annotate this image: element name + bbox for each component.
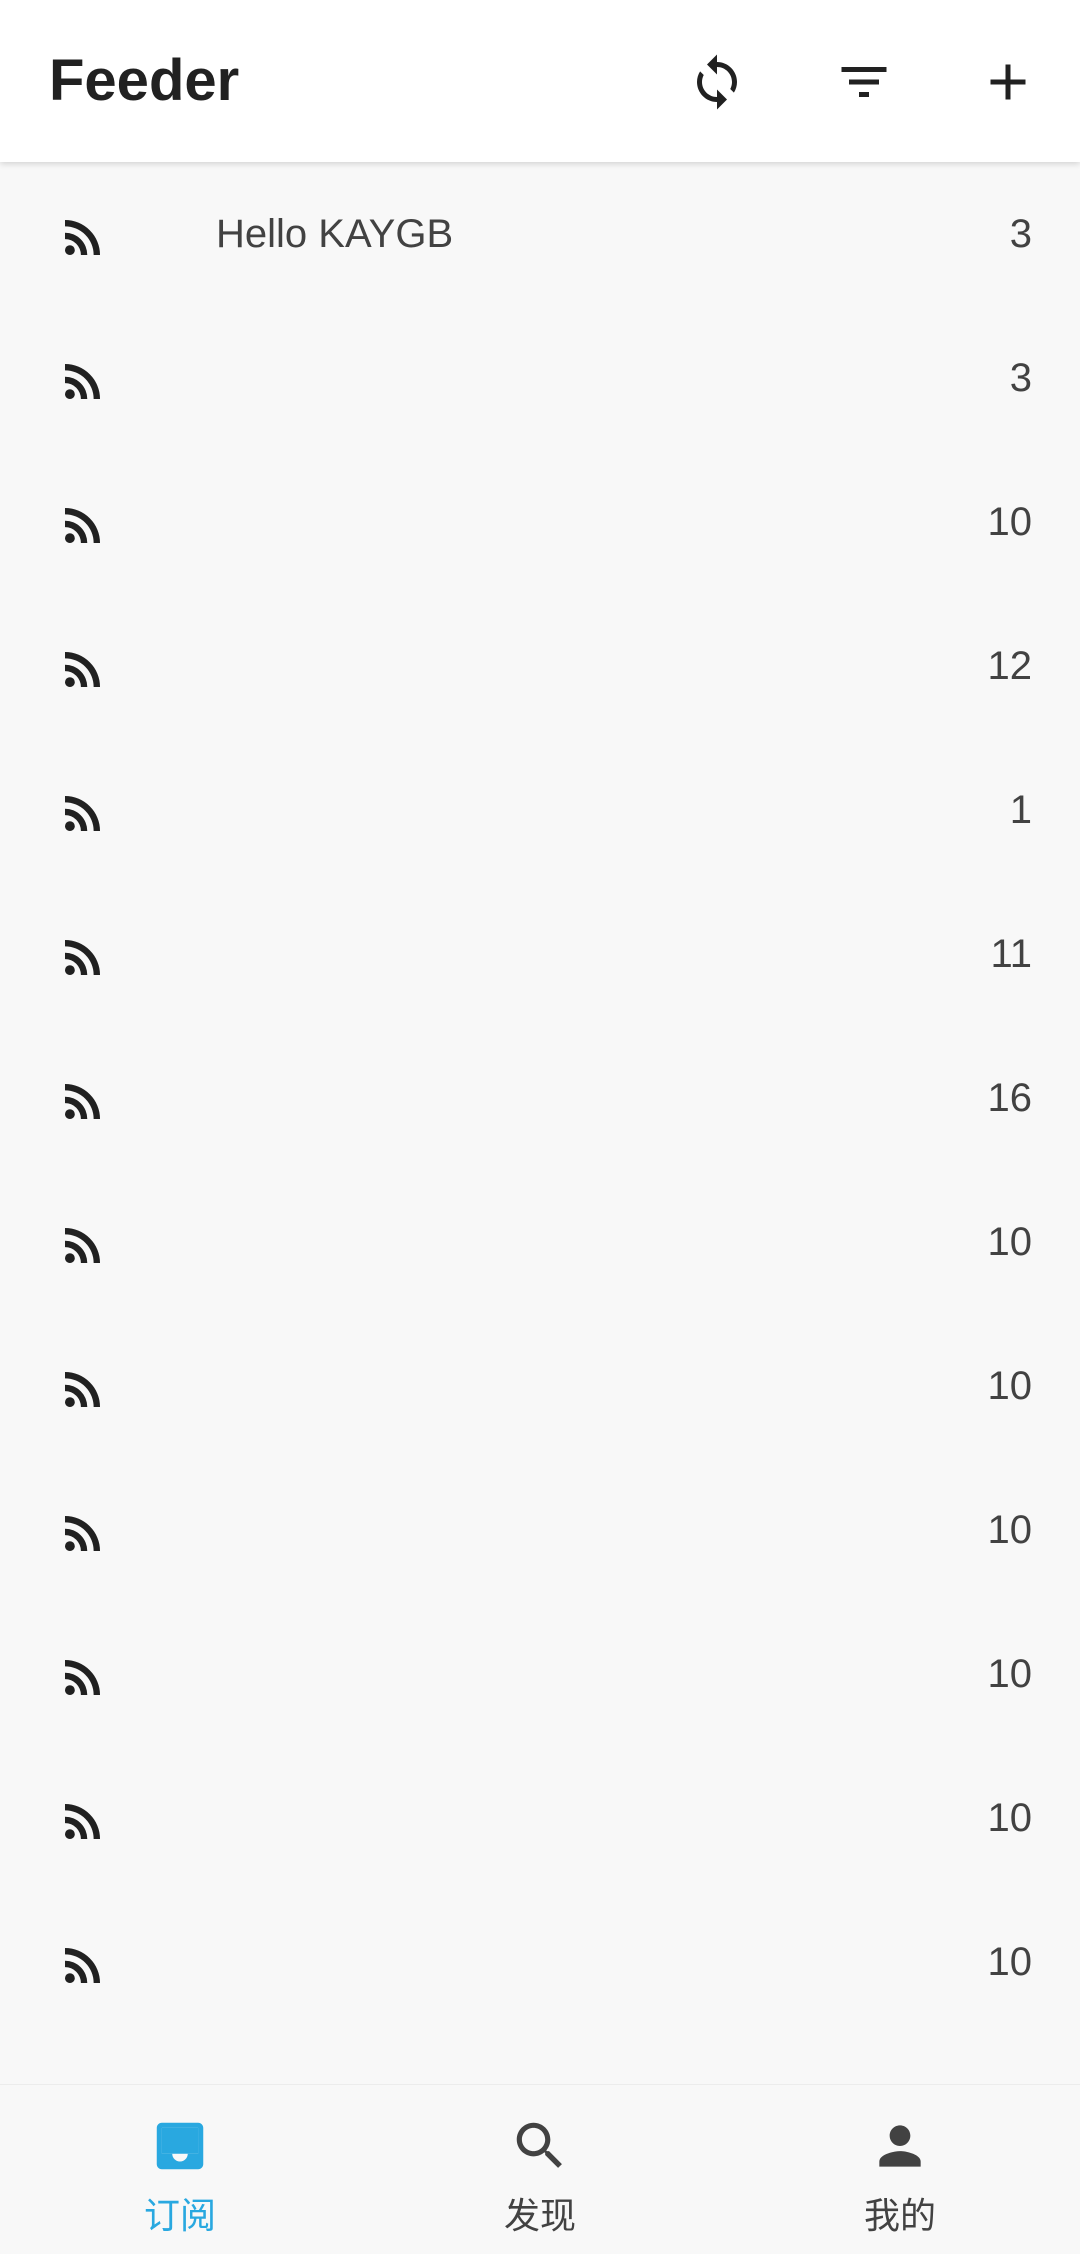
unread-count: 10 (987, 1220, 1033, 1264)
unread-count: 10 (987, 1796, 1033, 1840)
feed-row[interactable]: 16 (0, 1026, 1080, 1170)
unread-count: 10 (987, 1508, 1033, 1552)
unread-count: 12 (987, 644, 1033, 688)
feed-row[interactable]: 1 (0, 738, 1080, 882)
nav-label-profile: 我的 (863, 2196, 936, 2237)
feed-row[interactable]: 10 (0, 1314, 1080, 1458)
unread-count: 1 (1009, 788, 1032, 832)
nav-item-subscriptions[interactable]: 订阅 (0, 2085, 360, 2254)
nav-item-discover[interactable]: 发现 (360, 2085, 720, 2254)
unread-count: 10 (987, 500, 1033, 544)
rss-icon (56, 1506, 110, 1560)
rss-icon (56, 930, 110, 984)
nav-label-discover: 发现 (503, 2196, 576, 2237)
rss-icon (56, 210, 110, 264)
unread-count: 3 (1009, 356, 1032, 400)
refresh-icon (697, 54, 737, 110)
nav-item-profile[interactable]: 我的 (720, 2085, 1080, 2254)
feed-title: Hello KAYGB (216, 212, 454, 256)
feed-row[interactable]: 11 (0, 882, 1080, 1026)
feed-row[interactable]: 10 (0, 1890, 1080, 2034)
feed-row[interactable]: 10 (0, 1746, 1080, 1890)
add-icon (990, 64, 1026, 100)
feed-list: Hello KAYGB 3 3 10 12 1 11 16 10 10 10 10 10 10 (0, 162, 1080, 2084)
nav-label-subscriptions: 订阅 (143, 2196, 216, 2237)
filter-icon (841, 67, 887, 97)
page-title: Feeder (49, 48, 240, 113)
inbox-icon (149, 2115, 211, 2177)
feed-row[interactable]: 3 (0, 306, 1080, 450)
unread-count: 16 (987, 1076, 1033, 1120)
rss-icon (56, 786, 110, 840)
bottom-nav: 订阅 发现 我的 (0, 2084, 1080, 2254)
feed-row[interactable]: 10 (0, 1458, 1080, 1602)
rss-icon (56, 1218, 110, 1272)
feed-row[interactable]: 10 (0, 450, 1080, 594)
rss-icon (56, 498, 110, 552)
feed-row[interactable]: 10 (0, 1602, 1080, 1746)
add-feed-button[interactable] (966, 40, 1050, 124)
filter-button[interactable] (822, 40, 906, 124)
rss-icon (56, 354, 110, 408)
rss-icon (56, 642, 110, 696)
unread-count: 10 (987, 1940, 1033, 1984)
feed-row[interactable]: 10 (0, 1170, 1080, 1314)
unread-count: 10 (987, 1364, 1033, 1408)
rss-icon (56, 1650, 110, 1704)
unread-count: 10 (987, 1652, 1033, 1696)
search-icon (509, 2115, 571, 2177)
feed-row[interactable]: 12 (0, 594, 1080, 738)
refresh-button[interactable] (675, 40, 759, 124)
rss-icon (56, 1362, 110, 1416)
unread-count: 3 (1009, 212, 1032, 256)
unread-count: 11 (990, 932, 1032, 976)
rss-icon (56, 1074, 110, 1128)
rss-icon (56, 1794, 110, 1848)
rss-icon (56, 1938, 110, 1992)
feed-row[interactable]: Hello KAYGB 3 (0, 162, 1080, 306)
person-icon (869, 2115, 931, 2177)
app-root: Feeder Hello KAYGB 3 3 10 12 1 11 16 10 10 10 10 10 1… (0, 0, 1080, 2254)
app-bar: Feeder (0, 0, 1080, 162)
